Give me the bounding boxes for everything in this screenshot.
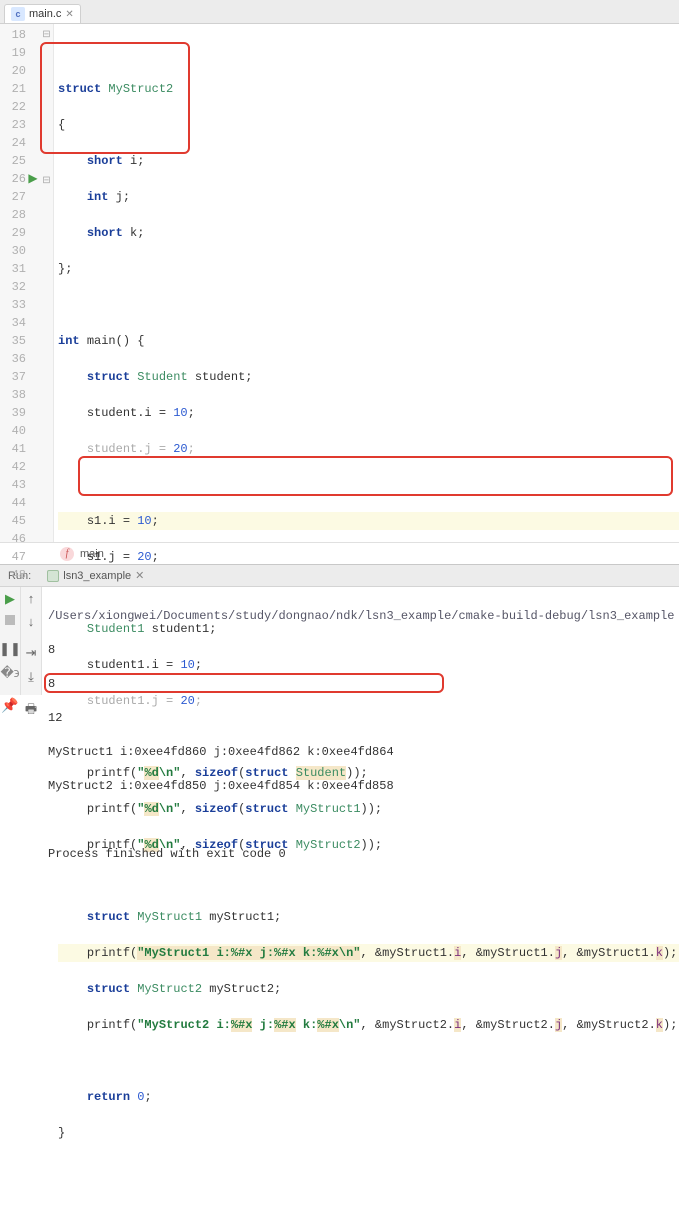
file-tab-label: main.c — [29, 8, 61, 20]
pause-button[interactable]: ❚❚ — [0, 641, 20, 657]
soft-wrap-button[interactable]: ⇥ — [21, 645, 41, 661]
run-toolbar-left: ▶ ❚❚ �϶ 📌 — [0, 587, 21, 695]
close-icon[interactable]: ✕ — [65, 9, 73, 20]
code-area[interactable]: struct MyStruct2 { short i; int j; short… — [54, 24, 679, 542]
scroll-to-end-button[interactable]: ⤓ — [21, 669, 41, 685]
editor: 1819202122232425262728293031323334353637… — [0, 24, 679, 542]
run-toolbar-right: ↑ ↓ ⇥ ⤓ 🖶 — [21, 587, 42, 695]
scroll-down-button[interactable]: ↓ — [21, 614, 41, 629]
rerun-button[interactable]: ▶ — [0, 591, 20, 607]
stop-button[interactable] — [0, 615, 20, 625]
print-button[interactable]: 🖶 — [21, 701, 41, 721]
line-gutter: 1819202122232425262728293031323334353637… — [0, 24, 26, 542]
console-exit: Process finished with exit code 0 — [48, 846, 675, 863]
c-file-icon: c — [11, 7, 25, 21]
scroll-up-button[interactable]: ↑ — [21, 591, 41, 606]
run-marker-icon[interactable]: ▶ — [26, 170, 40, 188]
console-line: MyStruct1 i:0xee4fd860 j:0xee4fd862 k:0x… — [48, 744, 675, 761]
console-line: 8 — [48, 676, 675, 693]
fold-gutter: ⊟ ⊟ — [40, 24, 54, 542]
exit-button[interactable]: �϶ — [0, 665, 20, 681]
fold-icon[interactable]: ⊟ — [42, 27, 50, 45]
file-tab-main-c[interactable]: c main.c ✕ — [4, 4, 81, 23]
console-line: 12 — [48, 710, 675, 727]
fold-icon[interactable]: ⊟ — [42, 173, 50, 191]
editor-tabbar: c main.c ✕ — [0, 0, 679, 24]
console-line: MyStruct2 i:0xee4fd850 j:0xee4fd854 k:0x… — [48, 778, 675, 795]
indicator-gutter: ▶ — [26, 24, 40, 542]
pin-button[interactable]: 📌 — [0, 697, 20, 714]
console-line: 8 — [48, 642, 675, 659]
console-output[interactable]: /Users/xiongwei/Documents/study/dongnao/… — [42, 587, 679, 695]
console-path: /Users/xiongwei/Documents/study/dongnao/… — [48, 608, 675, 625]
